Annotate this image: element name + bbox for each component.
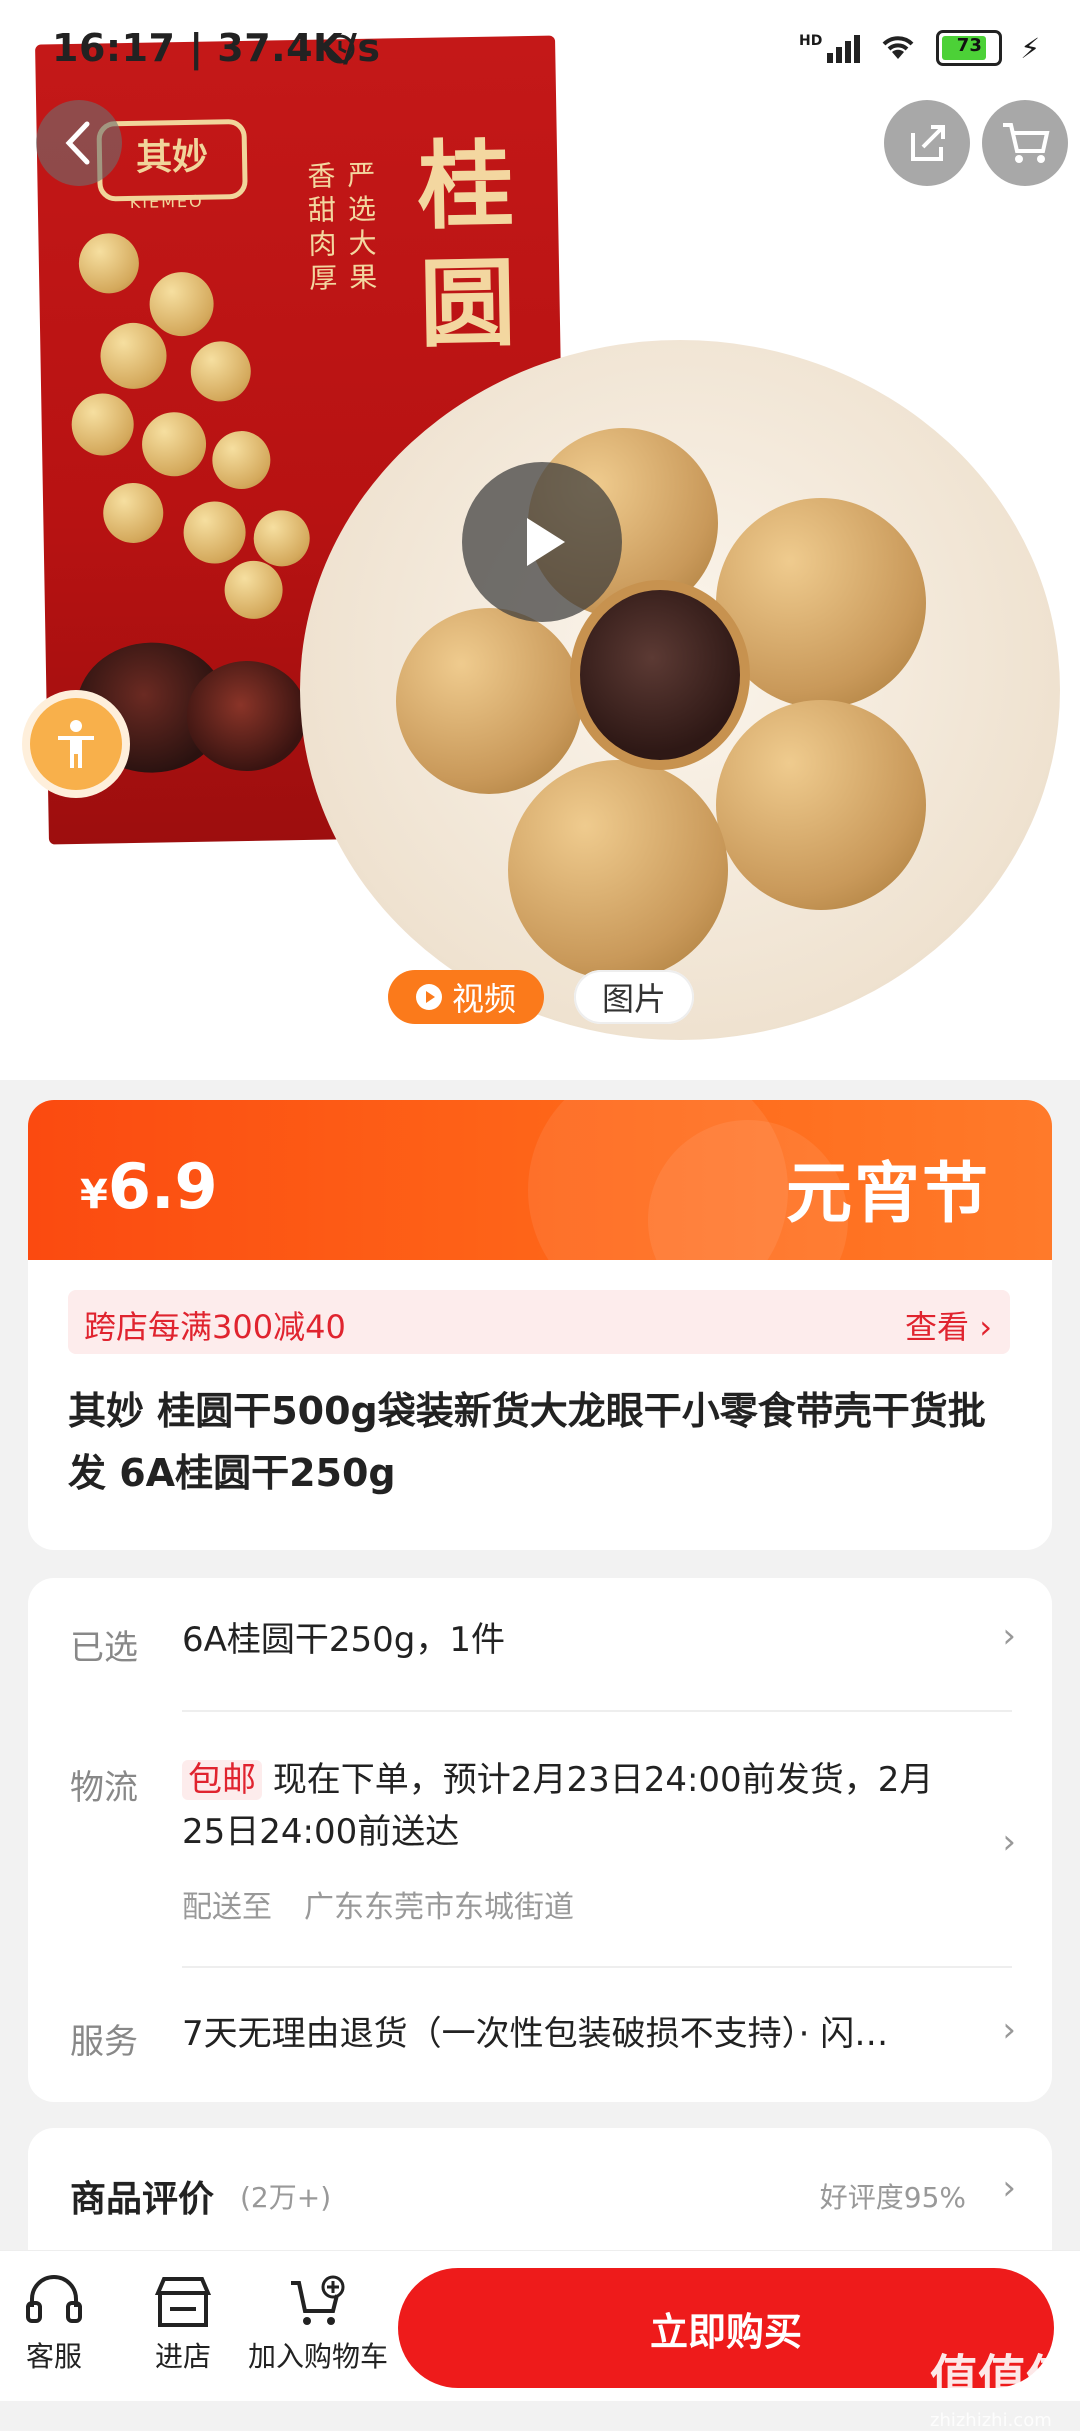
charging-icon: ⚡	[1020, 31, 1040, 65]
battery-level: 73	[956, 35, 982, 56]
reviews-title: 商品评价	[70, 2179, 215, 2220]
product-title: 其妙 桂圆干500g袋装新货大龙眼干小零食带壳干货批发 6A桂圆干250g	[68, 1389, 986, 1495]
longan-illustration	[78, 232, 140, 294]
logistics-row[interactable]: 物流 包邮 现在下单，预计2月23日24:00前发货，2月25日24:00前送达…	[28, 1730, 1052, 1960]
play-icon	[527, 518, 565, 566]
longan-ball	[716, 700, 926, 910]
promo-view-link[interactable]: 查看 ›	[905, 1302, 992, 1348]
status-right: HD 73 ⚡	[799, 30, 1040, 66]
tab-images[interactable]: 图片	[574, 970, 694, 1024]
promo-text: 跨店每满300减40	[84, 1308, 346, 1346]
free-shipping-tag: 包邮	[182, 1760, 262, 1800]
chevron-right-icon: ›	[1002, 2168, 1016, 2208]
selected-spec-row[interactable]: 已选 6A桂圆干250g，1件 ›	[28, 1588, 1052, 1718]
add-to-cart-button[interactable]: 加入购物车	[248, 2275, 388, 2375]
signal-icon: HD	[798, 33, 861, 63]
watermark-subtext: zhizhizhi.com	[930, 2410, 1052, 2431]
logistics-value: 包邮 现在下单，预计2月23日24:00前发货，2月25日24:00前送达	[182, 1754, 972, 1858]
price: ¥6.9	[80, 1150, 218, 1223]
back-button[interactable]	[36, 100, 122, 186]
alarm-icon	[322, 30, 358, 70]
customer-service-button[interactable]: 客服	[24, 2275, 84, 2375]
longan-illustration	[183, 501, 247, 565]
service-value: 7天无理由退货（一次性包装破损不支持）· 闪…	[182, 2014, 889, 2054]
longan-illustration	[149, 271, 215, 337]
chevron-right-icon: ›	[1002, 1616, 1016, 1656]
longan-illustration	[190, 340, 252, 402]
customer-service-label: 客服	[25, 2340, 82, 2373]
longan-ball	[396, 608, 582, 794]
headset-icon	[26, 2275, 82, 2323]
add-to-cart-label: 加入购物车	[248, 2340, 389, 2373]
opened-longan-illustration	[185, 659, 308, 773]
cart-icon	[1003, 123, 1050, 163]
reviews-count: (2万+)	[240, 2181, 332, 2214]
logistics-text: 现在下单，预计2月23日24:00前发货，2月25日24:00前送达	[182, 1760, 934, 1852]
service-row[interactable]: 服务 7天无理由退货（一次性包装破损不支持）· 闪… ›	[28, 1978, 1052, 2088]
wifi-icon	[878, 31, 918, 65]
store-label: 进店	[154, 2340, 211, 2373]
longan-illustration	[71, 392, 135, 457]
service-label: 服务	[70, 2022, 138, 2062]
add-cart-icon	[291, 2275, 345, 2325]
longan-illustration	[253, 509, 311, 567]
bag-brand-en: KIEMEO	[129, 191, 204, 212]
ship-to-label: 配送至	[182, 1890, 272, 1925]
longan-illustration	[99, 322, 168, 390]
chevron-right-icon: ›	[1002, 1822, 1016, 1862]
tab-video-label: 视频	[451, 980, 516, 1018]
selected-value: 6A桂圆干250g，1件	[182, 1620, 505, 1660]
price-value: 6.9	[107, 1150, 218, 1223]
longan-ball	[508, 760, 728, 980]
longan-illustration	[141, 411, 207, 477]
positive-rating: 好评度95%	[819, 2181, 966, 2214]
tab-images-label: 图片	[601, 980, 666, 1018]
share-icon	[911, 125, 945, 161]
media-tabs: 视频 图片	[388, 970, 694, 1024]
cart-button[interactable]	[982, 100, 1068, 186]
hd-label: HD	[798, 33, 823, 49]
watermark-text: 值值值	[930, 2350, 1075, 2406]
share-button[interactable]	[884, 100, 970, 186]
watermark: 值值值 zhizhizhi.com	[930, 2338, 1074, 2431]
store-button[interactable]: 进店	[152, 2275, 214, 2375]
accessibility-button[interactable]	[22, 690, 130, 798]
longan-illustration	[102, 482, 164, 544]
play-circle-icon	[415, 984, 442, 1010]
chevron-right-icon: ›	[1002, 2010, 1016, 2050]
divider	[182, 1966, 1012, 1968]
status-bar: 16:17 | 37.4K/s HD 73 ⚡	[0, 0, 1080, 100]
selected-label: 已选	[70, 1628, 138, 1668]
back-arrow-icon	[65, 121, 90, 165]
bag-slogan-1: 严选大果	[347, 158, 378, 295]
tab-video[interactable]: 视频	[388, 970, 544, 1024]
bag-slogan-2: 香甜肉厚	[307, 159, 338, 295]
store-icon	[154, 2277, 212, 2327]
ship-to-address: 广东东莞市东城街道	[304, 1890, 574, 1925]
price-banner: ¥6.9 元宵节	[28, 1100, 1052, 1260]
festival-label: 元宵节	[786, 1154, 990, 1232]
promo-banner[interactable]: 跨店每满300减40 查看 ›	[68, 1290, 1010, 1354]
longan-illustration	[211, 430, 271, 490]
battery-icon: 73	[936, 30, 1003, 66]
bag-title: 桂圆	[416, 128, 517, 361]
divider	[182, 1710, 1012, 1712]
accessibility-icon	[58, 720, 94, 768]
buy-now-label: 立即购买	[649, 2309, 802, 2354]
currency-symbol: ¥	[80, 1172, 108, 1218]
longan-illustration	[224, 560, 284, 620]
opened-longan	[570, 580, 750, 770]
play-video-button[interactable]	[462, 462, 622, 622]
logistics-label: 物流	[70, 1768, 138, 1808]
